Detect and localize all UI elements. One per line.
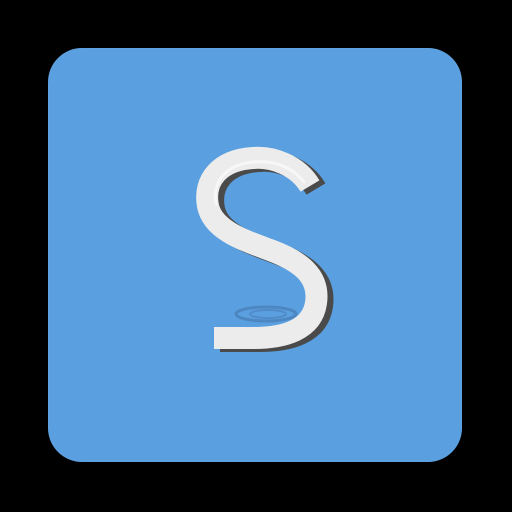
app-icon-tile[interactable]: S xyxy=(48,48,462,462)
s-letter-logo: S xyxy=(48,48,462,462)
icon-canvas: S xyxy=(0,0,512,512)
reflection-ellipse-inner xyxy=(249,309,287,319)
s-logo-icon: S xyxy=(196,146,334,352)
